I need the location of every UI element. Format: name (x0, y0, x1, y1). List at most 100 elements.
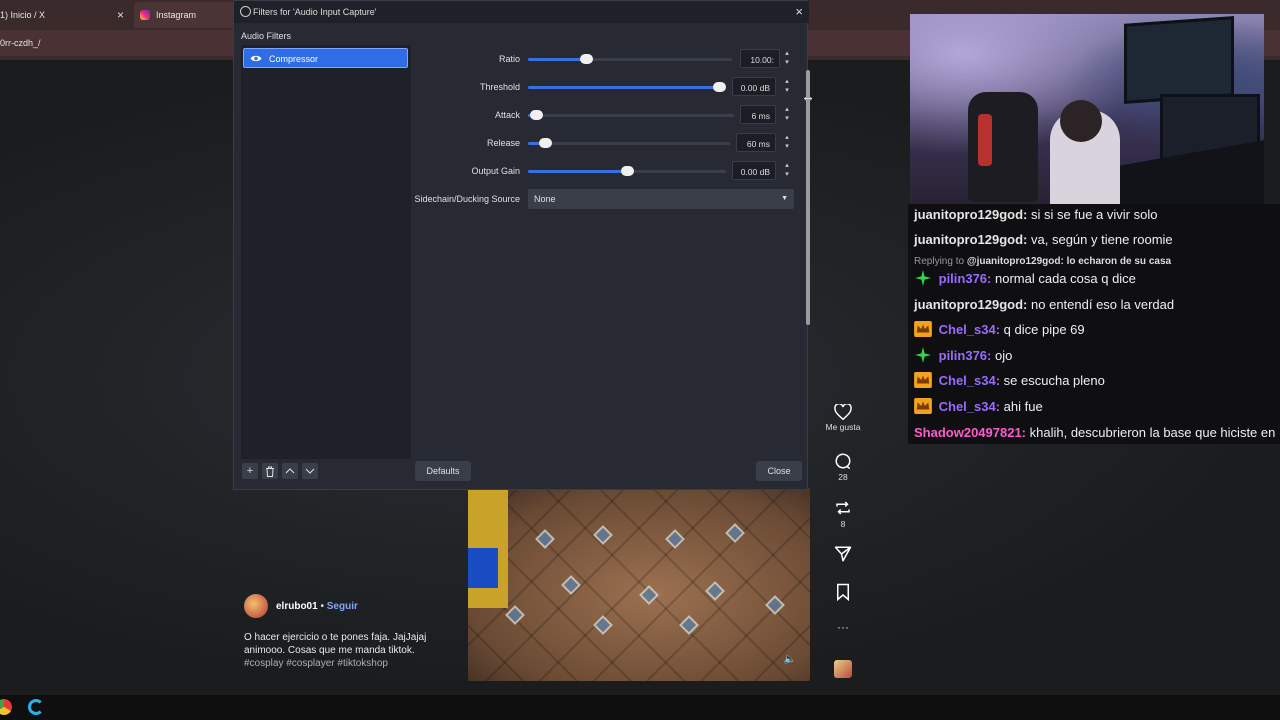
slider-handle[interactable] (529, 110, 543, 120)
defaults-button[interactable]: Defaults (415, 461, 471, 481)
save-button[interactable] (822, 583, 864, 603)
chat-username: pilin376: (938, 348, 992, 363)
release-slider[interactable] (528, 138, 730, 148)
chat-username: pilin376: (938, 271, 992, 286)
ratio-field[interactable]: 10.00: (740, 49, 780, 68)
repost-icon (836, 501, 850, 515)
chat-text: va, según y tiene roomie (1031, 232, 1173, 247)
chat-text: khalih, descubrieron la base que hiciste… (1029, 425, 1276, 440)
output-gain-field[interactable]: 0.00 dB (732, 161, 776, 180)
attack-slider[interactable] (528, 110, 734, 120)
tab-instagram-label: Instagram (156, 10, 197, 20)
chat-text: no entendí eso la verdad (1031, 297, 1175, 312)
eye-icon[interactable] (250, 54, 262, 63)
sidechain-select[interactable]: None ▼ (528, 189, 794, 209)
comment-button[interactable]: 28 (822, 452, 864, 482)
gaming-chair (978, 114, 992, 166)
close-button[interactable]: Close (756, 461, 802, 481)
ratio-stepper[interactable]: ▴ ▾ (781, 49, 793, 68)
reply-mention: @juanitopro129god: (966, 256, 1064, 267)
sidechain-label: Sidechain/Ducking Source (414, 194, 520, 204)
slider-handle[interactable] (620, 166, 634, 176)
repost-button[interactable]: 8 (822, 499, 864, 529)
hashtags[interactable]: #cosplay #cosplayer #tiktokshop (244, 657, 464, 670)
green-star-badge-icon (915, 270, 931, 286)
move-up-button[interactable] (282, 463, 298, 479)
streamer (1060, 100, 1102, 142)
tab-x[interactable]: 1) Inicio / X × (0, 2, 130, 28)
chat-message: Chel_s34: se escucha pleno (914, 372, 1105, 389)
threshold-field[interactable]: 0.00 dB (732, 77, 776, 96)
author-name[interactable]: elrubo01 (276, 601, 318, 612)
chat-reply-context: Replying to @juanitopro129god: lo echaro… (914, 256, 1171, 267)
close-icon[interactable]: × (795, 4, 803, 19)
monitor (1124, 16, 1234, 104)
attack-label: Attack (494, 110, 520, 120)
release-label: Release (486, 138, 520, 148)
follow-button[interactable]: Seguir (327, 601, 358, 612)
scrollbar[interactable] (806, 70, 810, 325)
filter-list[interactable]: Compressor (241, 45, 411, 459)
threshold-slider[interactable] (528, 82, 726, 92)
avatar[interactable] (244, 594, 268, 618)
chat-text: ojo (995, 348, 1013, 363)
filter-item-compressor[interactable]: Compressor (243, 48, 408, 68)
release-stepper[interactable]: ▴ ▾ (781, 133, 793, 152)
audio-thumbnail[interactable] (834, 660, 852, 678)
tab-instagram[interactable]: Instagram (134, 2, 244, 28)
floor-tile (593, 615, 613, 635)
chat-username: juanitopro129god: (914, 232, 1028, 247)
volume-icon[interactable]: 🔈 (784, 654, 796, 665)
dialog-titlebar[interactable]: Filters for 'Audio Input Capture' × (234, 1, 809, 23)
attack-field[interactable]: 6 ms (740, 105, 776, 124)
chat-text: normal cada cosa q dice (995, 271, 1136, 286)
ratio-slider[interactable] (528, 54, 732, 64)
post-video[interactable]: 🔈 (468, 488, 810, 681)
app-c-icon[interactable] (28, 699, 44, 715)
chat-text: q dice pipe 69 (1003, 322, 1085, 337)
resize-cursor-icon: ↔ (801, 88, 815, 104)
chat-message: pilin376: normal cada cosa q dice (914, 270, 1136, 287)
chat-username: Shadow20497821: (914, 425, 1027, 440)
comment-icon (835, 453, 851, 470)
obs-logo-icon (240, 6, 251, 17)
threshold-stepper[interactable]: ▴ ▾ (781, 77, 793, 96)
output-gain-slider[interactable] (528, 166, 726, 176)
chrome-icon[interactable] (0, 699, 12, 715)
move-down-button[interactable] (302, 463, 318, 479)
chat-message: juanitopro129god: va, según y tiene room… (914, 231, 1173, 248)
floor-tile (639, 585, 659, 605)
chat-username: Chel_s34: (938, 373, 1001, 388)
share-button[interactable] (822, 545, 864, 565)
floor-tile (593, 525, 613, 545)
floor-tile (535, 529, 555, 549)
chat-message: pilin376: ojo (914, 347, 1012, 364)
dialog-title: Filters for 'Audio Input Capture' (253, 7, 377, 17)
chat-text: si si se fue a vivir solo (1031, 207, 1158, 222)
tab-close-icon[interactable]: × (117, 8, 124, 22)
floor-tile (705, 581, 725, 601)
slider-handle[interactable] (713, 82, 726, 92)
like-button[interactable]: Me gusta (822, 404, 864, 432)
chat-text: se escucha pleno (1003, 373, 1105, 388)
send-icon (834, 546, 852, 562)
filter-properties: Ratio 10.00: ▴ ▾ Threshold 0.00 dB ▴ ▾ Att… (414, 45, 804, 215)
slider-handle[interactable] (579, 54, 593, 64)
crown-badge-icon (914, 321, 932, 337)
attack-stepper[interactable]: ▴ ▾ (781, 105, 793, 124)
floor-tile (679, 615, 699, 635)
bookmark-icon (837, 583, 849, 601)
more-options-button[interactable]: ··· (822, 620, 864, 634)
output-gain-stepper[interactable]: ▴ ▾ (781, 161, 793, 180)
release-field[interactable]: 60 ms (736, 133, 776, 152)
stream-chat: juanitopro129god: si si se fue a vivir s… (908, 204, 1280, 444)
output-gain-label: Output Gain (471, 166, 520, 176)
slider-handle[interactable] (539, 138, 553, 148)
add-filter-button[interactable]: + (242, 463, 258, 479)
crown-badge-icon (914, 372, 932, 388)
reply-text: lo echaron de su casa (1066, 256, 1172, 267)
sidechain-value: None (534, 194, 556, 204)
remove-filter-button[interactable] (262, 463, 278, 479)
audio-filters-label: Audio Filters (241, 31, 292, 41)
chevron-down-icon (305, 468, 315, 474)
